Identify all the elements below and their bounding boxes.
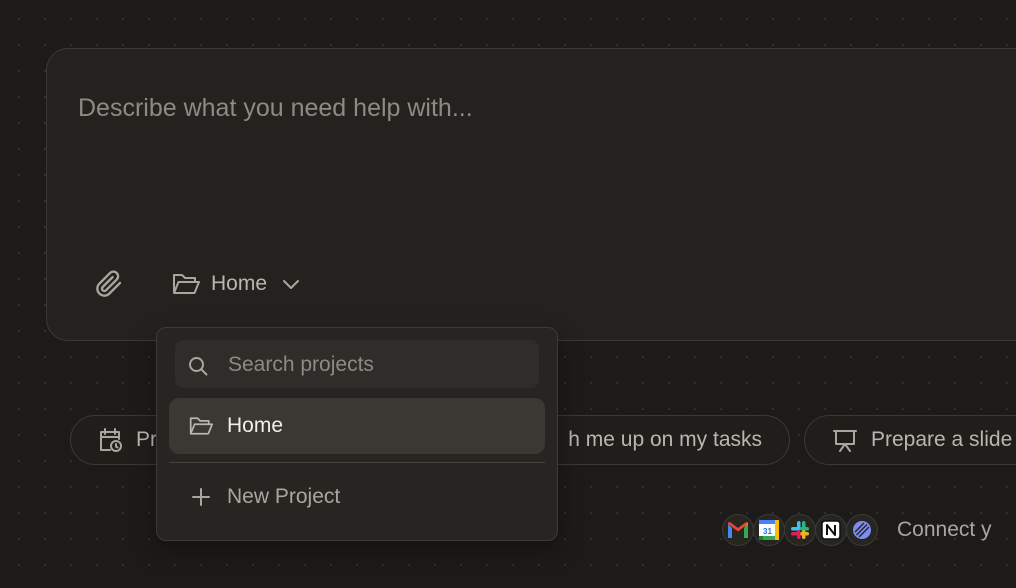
folder-open-icon [171,270,201,298]
project-search [175,340,539,390]
chevron-down-icon [281,278,301,290]
prompt-input[interactable] [76,89,980,127]
project-item-home[interactable]: Home [169,398,545,454]
search-projects-input[interactable] [226,340,530,390]
project-selector-label: Home [211,272,268,295]
composer: Home [46,48,1016,341]
folder-open-icon [187,414,215,438]
gmail-icon [722,514,754,546]
suggestion-chip-label: h me up on my tasks [568,428,762,451]
new-project-label: New Project [227,485,341,508]
paperclip-icon [95,269,123,299]
slack-icon [784,514,816,546]
suggestion-chip[interactable]: Prepare a slide [804,415,1016,465]
search-icon [187,355,209,377]
integrations-row[interactable]: 31 Connect y [722,508,992,552]
connect-apps-label: Connect y [897,518,992,541]
linear-icon [846,514,878,546]
presentation-icon [831,427,859,453]
suggestion-chip-label: Pr [136,428,157,451]
new-project-button[interactable]: New Project [169,469,545,525]
suggestion-chip-label: Prepare a slide [871,428,1013,451]
project-dropdown: Home New Project [156,327,558,541]
project-selector-button[interactable]: Home [171,265,301,303]
attach-button[interactable] [93,267,125,301]
calendar-clock-icon [96,426,124,454]
project-item-label: Home [227,414,284,437]
dropdown-divider [169,462,545,463]
notion-icon [815,514,847,546]
calendar-day: 31 [763,527,772,536]
google-calendar-icon: 31 [753,514,785,546]
plus-icon [187,486,215,508]
